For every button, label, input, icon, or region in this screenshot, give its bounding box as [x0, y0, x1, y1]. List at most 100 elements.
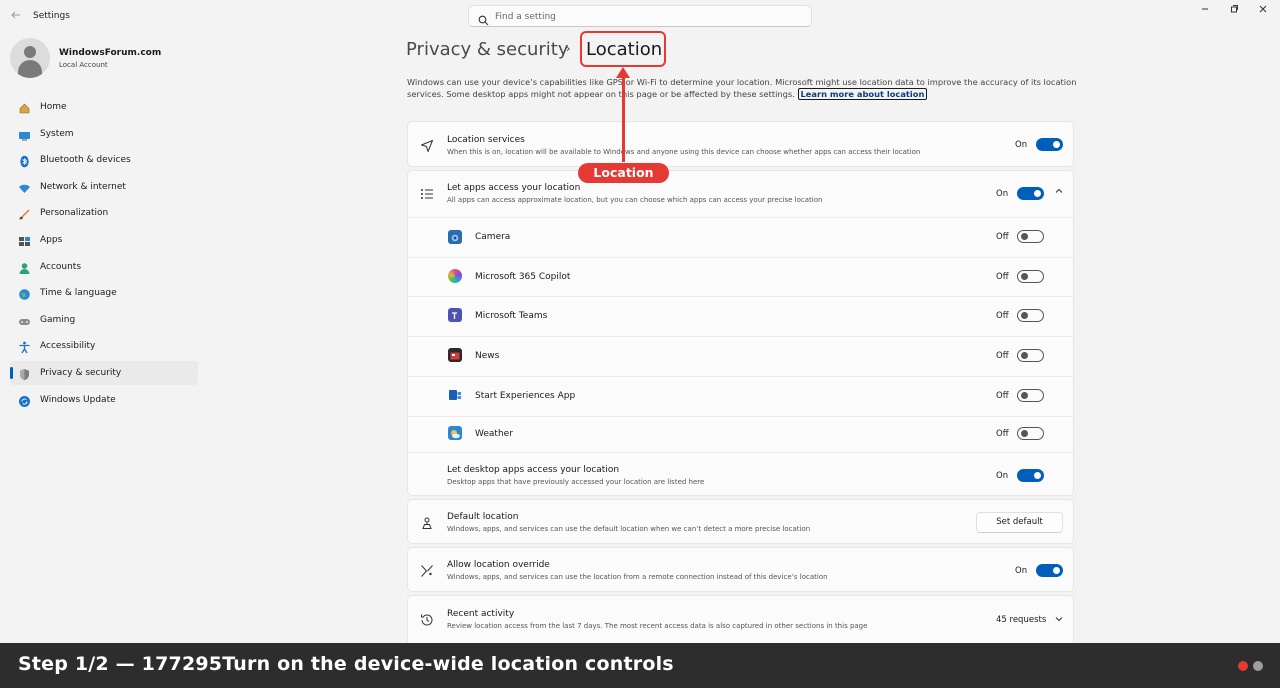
shield-icon: [18, 366, 31, 381]
history-icon: [420, 612, 434, 626]
globe-icon: [18, 286, 31, 300]
default-location-card: Default location Windows, apps, and serv…: [407, 499, 1074, 544]
location-arrow-icon: [420, 138, 434, 152]
location-services-title: Location services: [447, 135, 525, 145]
breadcrumb-parent[interactable]: Privacy & security: [406, 39, 569, 60]
location-override-card: Allow location override Windows, apps, a…: [407, 547, 1074, 592]
gamepad-icon: [18, 313, 31, 326]
recent-activity-subtitle: Review location access from the last 7 d…: [447, 622, 868, 630]
set-default-button[interactable]: Set default: [976, 512, 1063, 533]
annotation-arrow-head: [616, 67, 630, 78]
apps-access-state: On: [996, 189, 1009, 199]
step-dot: [1253, 661, 1263, 671]
location-override-row[interactable]: Allow location override Windows, apps, a…: [408, 548, 1073, 593]
sidebar-item-home[interactable]: Home: [10, 95, 198, 119]
sidebar-item-privacy-security[interactable]: Privacy & security: [10, 360, 198, 385]
bluetooth-icon: [18, 153, 31, 168]
desktop-apps-row[interactable]: Let desktop apps access your location De…: [408, 453, 1073, 497]
sidebar-item-gaming[interactable]: Gaming: [10, 308, 198, 332]
apps-access-row[interactable]: Let apps access your location All apps c…: [408, 171, 1073, 217]
annotation-arrow: [622, 76, 625, 162]
sidebar-item-bluetooth[interactable]: Bluetooth & devices: [10, 148, 198, 172]
avatar[interactable]: [10, 38, 50, 78]
minimize-icon[interactable]: [1196, 4, 1214, 18]
desktop-apps-subtitle: Desktop apps that have previously access…: [447, 478, 705, 486]
default-location-row: Default location Windows, apps, and serv…: [408, 500, 1073, 545]
copilot-toggle[interactable]: [1017, 270, 1044, 283]
location-override-title: Allow location override: [447, 560, 550, 570]
back-arrow-icon[interactable]: [8, 8, 24, 24]
home-icon: [18, 100, 31, 114]
camera-app-icon: [448, 230, 462, 244]
location-override-toggle[interactable]: [1036, 564, 1063, 577]
breadcrumb-separator-icon: ›: [566, 42, 571, 55]
default-location-subtitle: Windows, apps, and services can use the …: [447, 525, 811, 533]
sidebar-item-system[interactable]: System: [10, 122, 198, 146]
sidebar-item-accounts[interactable]: Accounts: [10, 255, 198, 279]
recent-activity-count: 45 requests: [996, 615, 1047, 625]
weather-app-icon: [448, 426, 462, 440]
maximize-icon[interactable]: [1225, 4, 1243, 18]
app-row-camera[interactable]: Camera Off: [408, 218, 1073, 257]
app-row-weather[interactable]: Weather Off: [408, 417, 1073, 456]
news-toggle[interactable]: [1017, 349, 1044, 362]
sidebar-item-network[interactable]: Network & internet: [10, 175, 198, 199]
sidebar-item-windows-update[interactable]: Windows Update: [10, 388, 198, 412]
copilot-app-icon: [448, 269, 462, 283]
location-services-subtitle: When this is on, location will be availa…: [447, 148, 921, 156]
camera-toggle[interactable]: [1017, 230, 1044, 243]
app-row-copilot[interactable]: Microsoft 365 Copilot Off: [408, 258, 1073, 297]
desktop-apps-title: Let desktop apps access your location: [447, 465, 620, 475]
map-pin-icon: [420, 515, 434, 529]
title-bar: Settings: [0, 0, 1280, 32]
news-app-icon: [448, 348, 462, 362]
learn-more-link[interactable]: Learn more about location: [797, 88, 928, 100]
window-title: Settings: [33, 11, 70, 21]
location-services-toggle[interactable]: [1036, 138, 1063, 151]
start-experiences-toggle[interactable]: [1017, 389, 1044, 402]
app-row-teams[interactable]: Microsoft Teams Off: [408, 297, 1073, 336]
apps-access-title: Let apps access your location: [447, 183, 581, 193]
sidebar-item-personalization[interactable]: Personalization: [10, 201, 198, 225]
location-services-row[interactable]: Location services When this is on, locat…: [408, 122, 1073, 168]
accessibility-icon: [18, 339, 31, 354]
app-row-news[interactable]: News Off: [408, 337, 1073, 376]
sidebar-item-time-language[interactable]: Time & language: [10, 281, 198, 305]
chevron-up-icon[interactable]: [1054, 186, 1064, 199]
wifi-icon: [18, 180, 31, 193]
apps-access-toggle[interactable]: [1017, 187, 1044, 200]
recent-activity-row[interactable]: Recent activity Review location access f…: [408, 596, 1073, 642]
location-override-subtitle: Windows, apps, and services can use the …: [447, 573, 828, 581]
weather-toggle[interactable]: [1017, 427, 1044, 440]
app-row-start-experiences[interactable]: Start Experiences App Off: [408, 377, 1073, 416]
highlight-box: [580, 31, 666, 67]
sidebar-nav: Home System Bluetooth & devices Network …: [10, 95, 198, 414]
step-banner-text: Step 1/2 — 177295Turn on the device-wide…: [18, 653, 674, 675]
update-icon: [18, 393, 31, 407]
chevron-down-icon[interactable]: [1054, 614, 1064, 627]
location-services-card: Location services When this is on, locat…: [407, 121, 1074, 167]
account-type: Local Account: [59, 61, 108, 69]
page-description: Windows can use your device’s capabiliti…: [407, 77, 1077, 100]
recent-activity-title: Recent activity: [447, 609, 515, 619]
desktop-apps-toggle[interactable]: [1017, 469, 1044, 482]
sidebar-item-apps[interactable]: Apps: [10, 228, 198, 252]
close-icon[interactable]: [1254, 4, 1272, 18]
teams-app-icon: [448, 308, 462, 322]
override-icon: [420, 563, 434, 577]
brush-icon: [18, 206, 31, 220]
search-box[interactable]: [468, 5, 812, 27]
apps-access-card: Let apps access your location All apps c…: [407, 170, 1074, 496]
search-input[interactable]: [495, 9, 795, 24]
account-name: WindowsForum.com: [59, 48, 162, 58]
start-experiences-app-icon: [448, 387, 462, 401]
list-icon: [420, 186, 434, 200]
sidebar-item-accessibility[interactable]: Accessibility: [10, 334, 198, 358]
accounts-icon: [18, 260, 31, 274]
default-location-title: Default location: [447, 512, 519, 522]
location-services-state: On: [1015, 140, 1028, 150]
teams-toggle[interactable]: [1017, 309, 1044, 322]
step-banner: Step 1/2 — 177295Turn on the device-wide…: [0, 643, 1280, 688]
apps-icon: [18, 233, 31, 246]
system-icon: [18, 127, 31, 141]
